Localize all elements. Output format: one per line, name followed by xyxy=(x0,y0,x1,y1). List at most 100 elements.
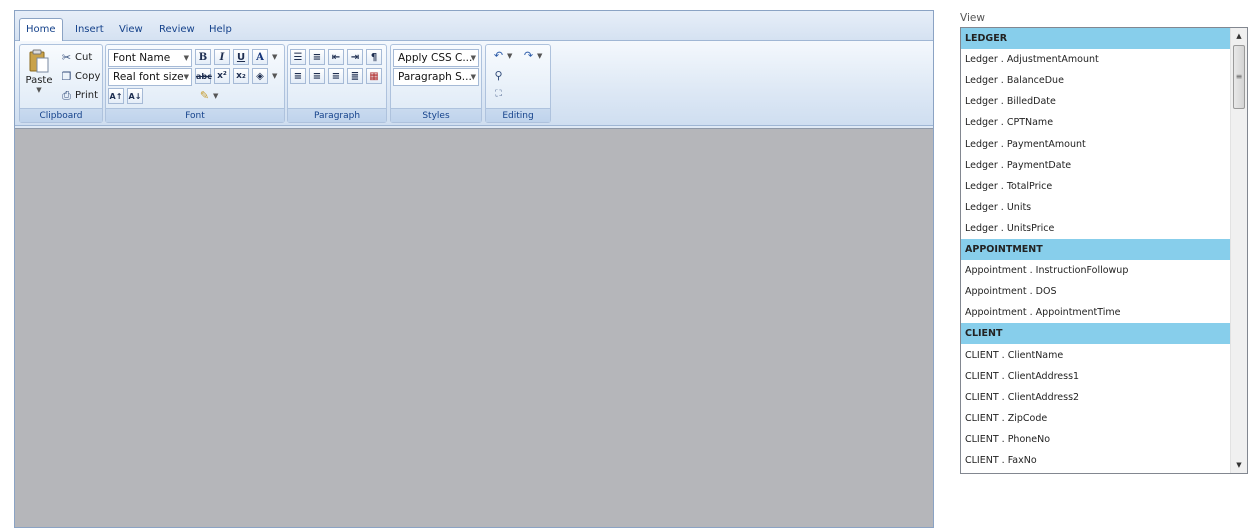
ribbon: Paste ▼ ✂ Cut ❐ Copy ⎙ Print Clipboard F… xyxy=(15,41,933,126)
chevron-down-icon: ▼ xyxy=(507,51,513,60)
font-color-button[interactable]: A xyxy=(252,49,268,65)
chevron-down-icon: ▼ xyxy=(470,54,476,62)
font-name-value: Font Name xyxy=(113,52,171,64)
field-item[interactable]: CLIENT . FaxNo xyxy=(961,450,1231,471)
field-item[interactable]: Ledger . BalanceDue xyxy=(961,70,1231,91)
copy-icon: ❐ xyxy=(61,70,72,83)
vertical-scrollbar[interactable]: ▲ ≡ ▼ xyxy=(1230,28,1247,473)
bullet-list-icon[interactable]: ☰ xyxy=(290,49,306,65)
tab-help[interactable]: Help xyxy=(203,20,238,41)
clipboard-group: Paste ▼ ✂ Cut ❐ Copy ⎙ Print Clipboard xyxy=(19,44,103,123)
font-color-dropdown-icon[interactable]: ▼ xyxy=(272,53,277,61)
find-button[interactable]: ⚲ xyxy=(492,69,505,82)
justify-icon[interactable]: ≣ xyxy=(347,68,363,84)
font-group-label: Font xyxy=(106,108,284,122)
numbered-list-icon[interactable]: ≡ xyxy=(309,49,325,65)
css-class-value: Apply CSS C... xyxy=(398,52,473,64)
binoculars-icon: ⚲ xyxy=(494,69,503,82)
editing-group-label: Editing xyxy=(486,108,550,122)
print-button[interactable]: ⎙ Print xyxy=(60,89,98,102)
undo-icon: ↶ xyxy=(493,49,504,62)
italic-button[interactable]: I xyxy=(214,49,230,65)
underline-button[interactable]: U xyxy=(233,49,249,65)
subscript-icon[interactable]: x₂ xyxy=(233,68,249,84)
borders-icon[interactable]: ▦ xyxy=(366,68,382,84)
paragraph-style-value: Paragraph S... xyxy=(398,71,472,83)
shrink-font-icon[interactable]: A↓ xyxy=(127,88,143,104)
field-item[interactable]: Appointment . InstructionFollowup xyxy=(961,260,1231,281)
tab-home[interactable]: Home xyxy=(19,18,63,42)
highlight-icon[interactable]: ◈ xyxy=(252,68,268,84)
select-all-icon: ⛶ xyxy=(495,89,502,99)
align-left-icon[interactable]: ≡ xyxy=(290,68,306,84)
font-name-select[interactable]: Font Name ▼ xyxy=(108,49,192,67)
tab-view[interactable]: View xyxy=(113,20,149,41)
chevron-down-icon: ▼ xyxy=(537,51,543,60)
chevron-down-icon: ▼ xyxy=(470,73,476,81)
field-item[interactable]: CLIENT . ClientAddress1 xyxy=(961,366,1231,387)
field-item[interactable]: CLIENT . ClientName xyxy=(961,345,1231,366)
bold-button[interactable]: B xyxy=(195,49,211,65)
superscript-icon[interactable]: x² xyxy=(214,68,230,84)
html-editor: Home Insert View Review Help Paste ▼ ✂ C… xyxy=(14,10,934,528)
highlight-dropdown-icon[interactable]: ▼ xyxy=(272,72,277,80)
paragraph-group: ☰ ≡ ⇤ ⇥ ¶ ≡ ≡ ≡ ≣ ▦ Paragraph xyxy=(287,44,387,123)
clear-format-button[interactable]: ✎ ▼ xyxy=(198,89,219,102)
eraser-icon: ✎ xyxy=(199,89,210,102)
paste-icon xyxy=(28,49,50,75)
tab-insert[interactable]: Insert xyxy=(69,20,110,41)
grow-font-icon[interactable]: A↑ xyxy=(108,88,124,104)
redo-icon: ↷ xyxy=(523,49,534,62)
paragraph-style-select[interactable]: Paragraph S... ▼ xyxy=(393,68,479,86)
chevron-down-icon: ▼ xyxy=(213,91,219,100)
font-size-value: Real font size xyxy=(113,71,184,83)
view-field-list[interactable]: LEDGER Ledger . AdjustmentAmount Ledger . … xyxy=(960,27,1248,474)
scroll-thumb[interactable]: ≡ xyxy=(1233,45,1245,109)
font-group: Font Name ▼ Real font size ▼ B I U A ▼ a… xyxy=(105,44,285,123)
copy-label: Copy xyxy=(75,71,101,82)
field-item[interactable]: Ledger . AdjustmentAmount xyxy=(961,49,1231,70)
align-right-icon[interactable]: ≡ xyxy=(328,68,344,84)
field-item[interactable]: Ledger . PaymentDate xyxy=(961,155,1231,176)
field-item[interactable]: Ledger . PaymentAmount xyxy=(961,134,1231,155)
field-item[interactable]: CLIENT . ClientAddress2 xyxy=(961,387,1231,408)
scroll-down-icon[interactable]: ▼ xyxy=(1231,457,1247,473)
field-item[interactable]: Ledger . Units xyxy=(961,197,1231,218)
paste-label: Paste xyxy=(25,75,53,86)
field-item[interactable]: Appointment . DOS xyxy=(961,281,1231,302)
redo-button[interactable]: ↷ ▼ xyxy=(522,49,543,62)
undo-button[interactable]: ↶ ▼ xyxy=(492,49,513,62)
print-label: Print xyxy=(75,90,99,101)
field-item[interactable]: CLIENT . ZipCode xyxy=(961,408,1231,429)
field-item[interactable]: Ledger . TotalPrice xyxy=(961,176,1231,197)
font-size-select[interactable]: Real font size ▼ xyxy=(108,68,192,86)
cut-button[interactable]: ✂ Cut xyxy=(60,51,92,64)
indent-icon[interactable]: ⇥ xyxy=(347,49,363,65)
outdent-icon[interactable]: ⇤ xyxy=(328,49,344,65)
css-class-select[interactable]: Apply CSS C... ▼ xyxy=(393,49,479,67)
paste-button[interactable]: Paste ▼ xyxy=(23,49,55,94)
printer-icon: ⎙ xyxy=(62,89,71,102)
paragraph-mark-icon[interactable]: ¶ xyxy=(366,49,382,65)
field-group-header: CLIENT xyxy=(961,323,1231,345)
field-item[interactable]: Ledger . BilledDate xyxy=(961,91,1231,112)
field-item[interactable]: CLIENT . PhoneNo xyxy=(961,429,1231,450)
document-area[interactable] xyxy=(15,128,933,527)
field-item[interactable]: Ledger . CPTName xyxy=(961,112,1231,133)
align-center-icon[interactable]: ≡ xyxy=(309,68,325,84)
styles-group-label: Styles xyxy=(391,108,481,122)
tab-review[interactable]: Review xyxy=(153,20,201,41)
field-item[interactable]: Ledger . UnitsPrice xyxy=(961,218,1231,239)
copy-button[interactable]: ❐ Copy xyxy=(60,70,101,83)
scissors-icon: ✂ xyxy=(61,51,72,64)
view-panel-title: View xyxy=(960,12,985,24)
field-item[interactable]: Appointment . AppointmentTime xyxy=(961,302,1231,323)
select-all-button[interactable]: ⛶ xyxy=(492,88,505,101)
strikethrough-icon[interactable]: abc xyxy=(195,68,212,84)
scroll-up-icon[interactable]: ▲ xyxy=(1231,28,1247,44)
field-group-header: APPOINTMENT xyxy=(961,239,1231,260)
field-group-header: LEDGER xyxy=(961,28,1231,49)
paragraph-group-label: Paragraph xyxy=(288,108,386,122)
editing-group: ↶ ▼ ↷ ▼ ⚲ ⛶ Editing xyxy=(485,44,551,123)
ribbon-tab-bar: Home Insert View Review Help xyxy=(15,11,933,42)
